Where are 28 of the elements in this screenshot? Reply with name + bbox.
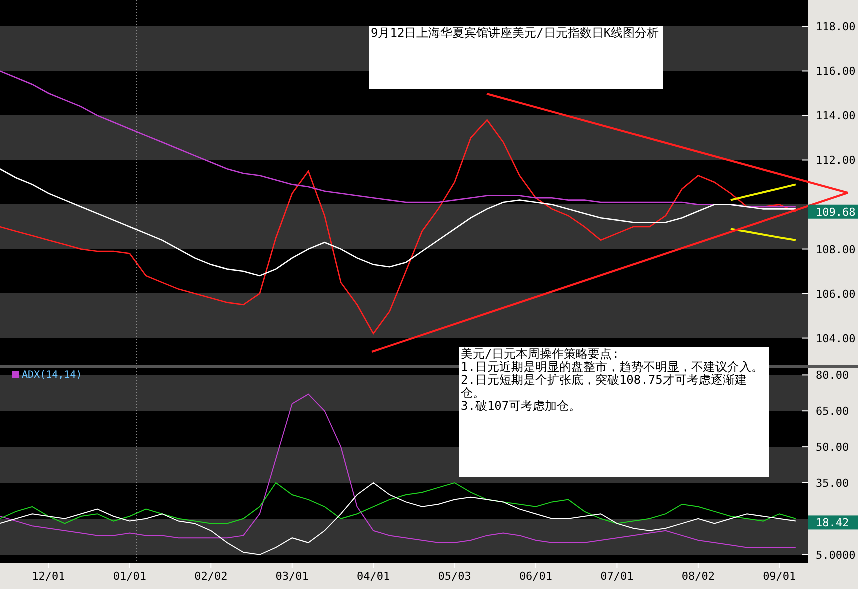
x-tick-label: 07/01 bbox=[600, 570, 634, 583]
y-tick-label: 112.00 bbox=[816, 154, 856, 168]
annotation-note: 美元/日元本周操作策略要点: 1.日元近期是明显的盘整市，趋势不明显，不建议介入。 2.日元短期是个扩张底，突破108.75才可考虑逐渐建仓。 3.破107可考虑加仓。 bbox=[459, 347, 769, 477]
x-tick-label: 09/01 bbox=[763, 570, 796, 583]
y-tick-label: 118.00 bbox=[816, 20, 856, 34]
y-tick-label: 35.00 bbox=[816, 477, 850, 490]
annotation-note: 9月12日上海华夏宾馆讲座美元/日元指数日K线图分析 bbox=[369, 26, 663, 89]
x-tick-label: 02/02 bbox=[194, 570, 228, 583]
last-value-tag: 18.42 bbox=[808, 516, 858, 530]
x-tick-label: 03/01 bbox=[276, 570, 309, 583]
x-tick-label: 04/01 bbox=[357, 570, 390, 583]
y-tick-label: 116.00 bbox=[816, 65, 856, 78]
x-tick-label: 05/03 bbox=[438, 570, 472, 583]
y-tick-label: 50.00 bbox=[816, 441, 850, 454]
y-tick-label: 65.00 bbox=[816, 405, 850, 418]
y-tick-label: 5.0000 bbox=[816, 548, 856, 562]
legend-swatch-icon bbox=[12, 371, 19, 378]
x-tick-label: 01/01 bbox=[113, 570, 146, 583]
x-tick-label: 06/01 bbox=[519, 570, 553, 583]
y-tick-label: 108.00 bbox=[816, 243, 856, 256]
y-tick-label: 80.00 bbox=[816, 369, 850, 382]
x-tick-label: 12/01 bbox=[32, 570, 66, 583]
y-tick-label: 104.00 bbox=[816, 332, 856, 346]
x-tick-label: 08/02 bbox=[682, 570, 715, 583]
last-value-tag: 109.68 bbox=[808, 204, 858, 219]
y-tick-label: 114.00 bbox=[816, 110, 856, 123]
y-tick-label: 106.00 bbox=[816, 288, 856, 301]
chart-legend: ADX(14,14) bbox=[22, 370, 82, 381]
